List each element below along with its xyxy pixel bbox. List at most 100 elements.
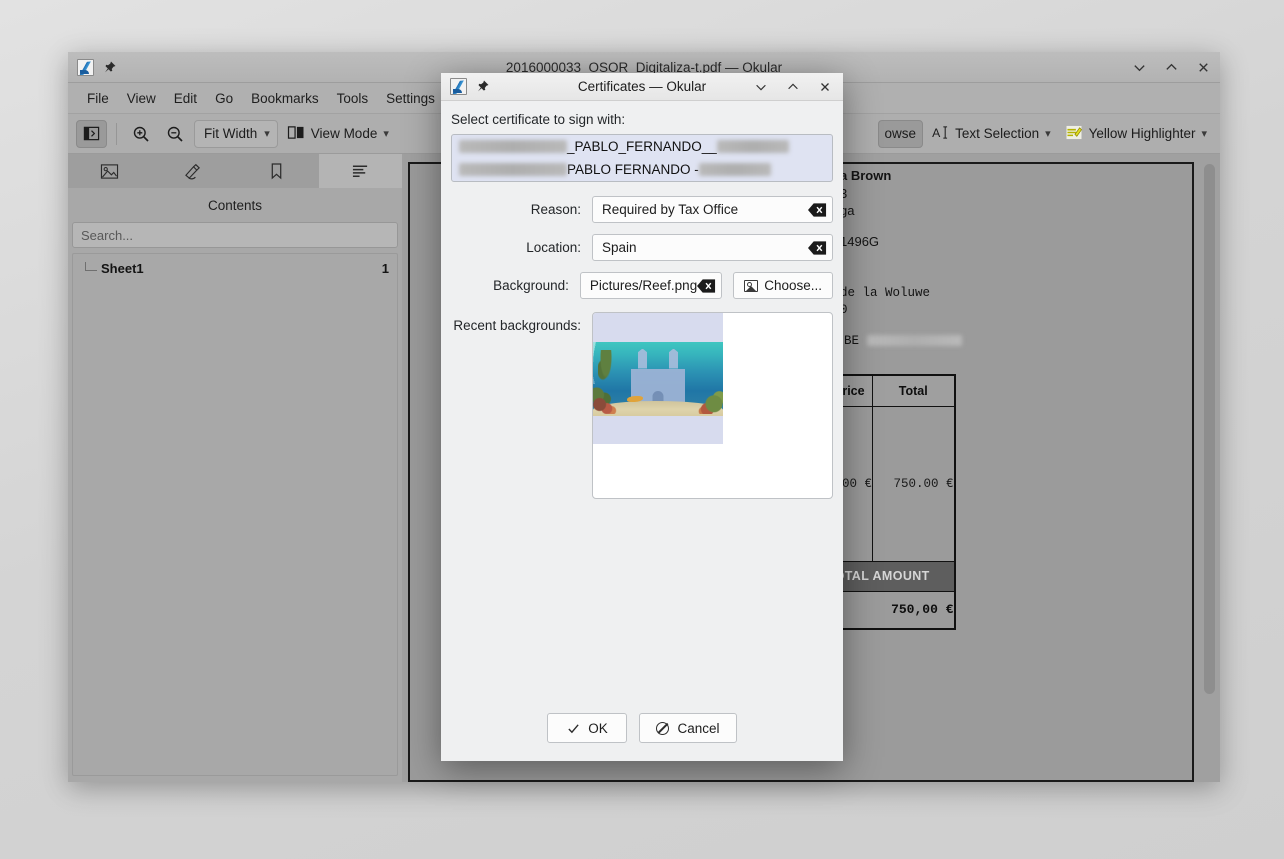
cancel-icon xyxy=(656,722,669,735)
clear-text-icon[interactable] xyxy=(808,241,827,255)
menu-settings[interactable]: Settings xyxy=(377,87,444,110)
show-sidebar-icon[interactable] xyxy=(76,120,107,148)
contents-item-page: 1 xyxy=(382,261,389,276)
choose-background-button[interactable]: Choose... xyxy=(733,272,833,299)
scrollbar-thumb[interactable] xyxy=(1204,164,1215,694)
select-certificate-prompt: Select certificate to sign with: xyxy=(451,112,833,127)
text-selection-icon: A xyxy=(932,125,949,143)
clear-text-icon[interactable] xyxy=(808,203,827,217)
cell-total: 750.00 € xyxy=(873,406,955,561)
certificate-list-item[interactable]: _PABLO_FERNANDO__ xyxy=(452,135,832,158)
redacted-cert-prefix xyxy=(459,140,567,153)
reason-label: Reason: xyxy=(451,202,581,217)
svg-text:A: A xyxy=(932,126,941,140)
menu-edit[interactable]: Edit xyxy=(165,87,206,110)
clear-text-icon[interactable] xyxy=(697,279,716,293)
dialog-titlebar[interactable]: Certificates — Okular xyxy=(441,73,843,101)
contents-tree-item-sheet1[interactable]: Sheet1 1 xyxy=(73,258,397,279)
location-field-row: Location: Spain xyxy=(451,234,833,261)
menu-view[interactable]: View xyxy=(118,87,165,110)
background-value: Pictures/Reef.png xyxy=(590,278,697,293)
sidebar-search-placeholder: Search... xyxy=(81,228,133,243)
dialog-footer: OK Cancel xyxy=(441,713,843,761)
cancel-button-label: Cancel xyxy=(677,721,719,736)
text-selection-combobox[interactable]: A Text Selection ▾ xyxy=(927,120,1056,148)
doc-tax-id: 1496G xyxy=(840,234,879,249)
certificate-list-item[interactable]: PABLO FERNANDO - xyxy=(452,158,832,181)
dialog-close-icon[interactable] xyxy=(816,78,834,96)
sidebar-tab-contents[interactable] xyxy=(319,154,403,188)
certificate-label: PABLO FERNANDO - xyxy=(567,162,699,177)
main-close-icon[interactable] xyxy=(1194,58,1212,76)
reef-thumbnail[interactable] xyxy=(593,313,723,444)
page-vertical-scrollbar[interactable] xyxy=(1203,162,1216,778)
sidebar-panel: Contents Search... Sheet1 1 xyxy=(68,154,402,782)
contents-tree[interactable]: Sheet1 1 xyxy=(72,253,398,776)
dialog-minimize-icon[interactable] xyxy=(752,78,770,96)
location-input[interactable]: Spain xyxy=(592,234,833,261)
main-maximize-icon[interactable] xyxy=(1162,58,1180,76)
menu-file[interactable]: File xyxy=(78,87,118,110)
sidebar-title: Contents xyxy=(68,188,402,222)
dialog-maximize-icon[interactable] xyxy=(784,78,802,96)
okular-icon xyxy=(77,59,94,76)
background-field-row: Background: Pictures/Reef.png Choose... xyxy=(451,272,833,299)
recent-backgrounds-row: Recent backgrounds: xyxy=(451,312,833,499)
reason-field-row: Reason: Required by Tax Office xyxy=(451,196,833,223)
doc-iban-row: BE xyxy=(844,334,962,348)
certificate-label: _PABLO_FERNANDO__ xyxy=(567,139,717,154)
reef-kelp xyxy=(598,350,614,386)
main-minimize-icon[interactable] xyxy=(1130,58,1148,76)
choose-button-label: Choose... xyxy=(764,278,822,293)
view-mode-icon xyxy=(287,125,305,143)
desktop-background: 2016000033_OSOR_Digitaliza-t.pdf — Okula… xyxy=(0,0,1284,859)
toolbar-separator xyxy=(116,123,117,145)
sidebar-tab-annotations[interactable] xyxy=(152,154,236,188)
recent-backgrounds-label: Recent backgrounds: xyxy=(451,312,581,499)
zoom-out-icon[interactable] xyxy=(160,120,190,148)
redacted-iban xyxy=(867,335,962,346)
highlighter-label: Yellow Highlighter xyxy=(1089,126,1196,141)
sidebar-search-input[interactable]: Search... xyxy=(72,222,398,248)
sidebar-tab-bookmarks[interactable] xyxy=(235,154,319,188)
zoom-level-value: Fit Width xyxy=(204,126,257,141)
view-mode-combobox[interactable]: View Mode ▾ xyxy=(282,120,394,148)
col-total: Total xyxy=(873,375,955,406)
menu-bookmarks[interactable]: Bookmarks xyxy=(242,87,328,110)
ok-button-label: OK xyxy=(588,721,608,736)
highlighter-combobox[interactable]: Yellow Highlighter ▾ xyxy=(1060,120,1212,148)
chevron-down-icon: ▾ xyxy=(383,127,389,140)
background-label: Background: xyxy=(451,278,569,293)
dialog-body: Select certificate to sign with: _PABLO_… xyxy=(441,101,843,713)
chevron-down-icon: ▾ xyxy=(264,127,270,140)
signature-fields: Reason: Required by Tax Office Location: xyxy=(451,196,833,299)
cancel-button[interactable]: Cancel xyxy=(639,713,736,743)
reason-input[interactable]: Required by Tax Office xyxy=(592,196,833,223)
doc-recipient-name: a Brown xyxy=(840,168,891,183)
view-mode-label: View Mode xyxy=(311,126,378,141)
redacted-cert-suffix xyxy=(699,163,771,176)
sidebar-tab-thumbnails[interactable] xyxy=(68,154,152,188)
certificates-dialog: Certificates — Okular Select certificate… xyxy=(441,73,843,761)
zoom-level-combobox[interactable]: Fit Width ▾ xyxy=(194,120,278,148)
redacted-cert-prefix xyxy=(459,163,567,176)
menu-tools[interactable]: Tools xyxy=(328,87,378,110)
reef-coral-right xyxy=(693,380,723,414)
reason-value: Required by Tax Office xyxy=(602,202,808,217)
tree-branch-icon xyxy=(85,262,97,271)
chevron-down-icon: ▾ xyxy=(1201,127,1207,140)
recent-backgrounds-list[interactable] xyxy=(592,312,833,499)
background-input[interactable]: Pictures/Reef.png xyxy=(580,272,722,299)
browse-label: owse xyxy=(885,126,917,141)
redacted-cert-suffix xyxy=(717,140,789,153)
doc-iban-prefix: BE xyxy=(844,334,859,348)
browse-tool-button[interactable]: owse xyxy=(878,120,924,148)
zoom-in-icon[interactable] xyxy=(126,120,156,148)
certificate-list[interactable]: _PABLO_FERNANDO__ PABLO FERNANDO - xyxy=(451,134,833,182)
ok-button[interactable]: OK xyxy=(547,713,627,743)
pin-icon[interactable] xyxy=(102,60,117,75)
check-icon xyxy=(567,722,580,735)
reef-image xyxy=(593,342,723,416)
image-icon xyxy=(744,280,758,292)
menu-go[interactable]: Go xyxy=(206,87,242,110)
